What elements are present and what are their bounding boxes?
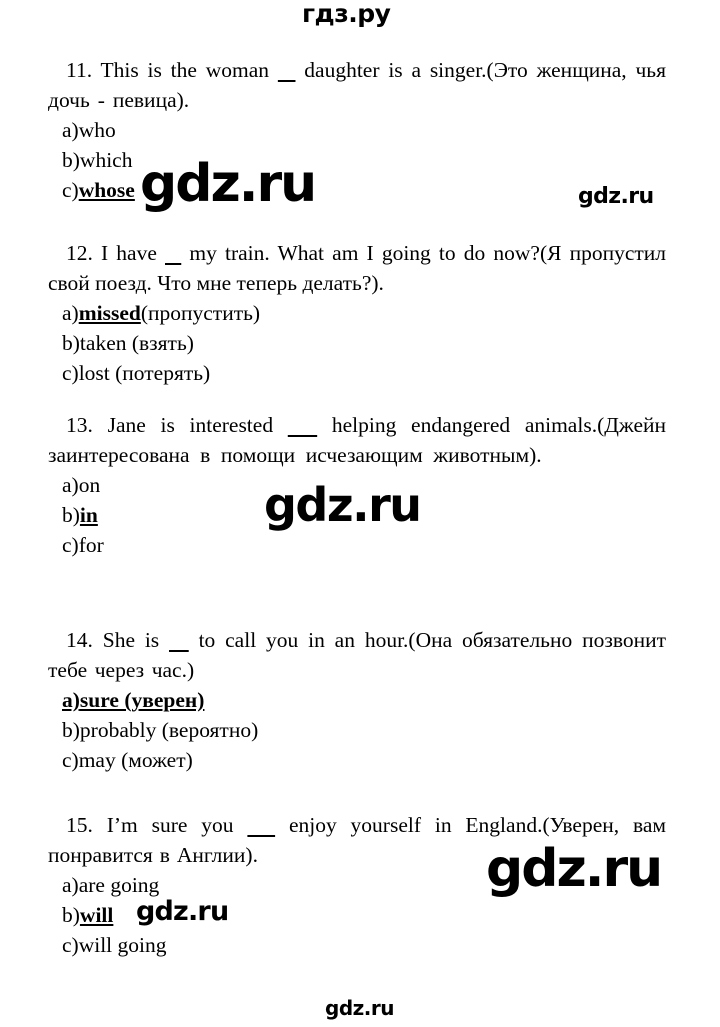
answer-option[interactable]: b)taken (взять)	[48, 328, 666, 358]
prompt-text-before-blank: She is	[102, 628, 170, 652]
answer-option[interactable]: c)may (может)	[48, 745, 666, 775]
answer-option[interactable]: c)whose	[48, 175, 666, 205]
option-text: in	[79, 503, 98, 527]
question-block: 12. I have my train. What am I going to …	[48, 238, 666, 388]
option-text: may (может)	[78, 748, 193, 772]
fill-in-blank	[247, 813, 275, 837]
answer-option[interactable]: a)are going	[48, 870, 666, 900]
question-block: 13. Jane is interested helping endangere…	[48, 410, 666, 560]
fill-in-blank	[165, 241, 181, 265]
option-marker: c)	[62, 533, 79, 557]
option-translation: (пропустить)	[140, 301, 261, 325]
option-marker: b)	[62, 718, 80, 742]
question-number: 14.	[66, 628, 103, 652]
answer-option[interactable]: b)will	[48, 900, 666, 930]
option-marker: a)	[62, 473, 79, 497]
question-prompt: 15. I’m sure you enjoy yourself in Engla…	[48, 810, 666, 870]
option-text: sure (уверен)	[79, 688, 205, 712]
option-text: probably (вероятно)	[79, 718, 259, 742]
option-marker: c)	[62, 933, 79, 957]
option-text: missed	[78, 301, 141, 325]
fill-in-blank	[288, 413, 317, 437]
option-marker: a)	[62, 873, 79, 897]
option-marker: c)	[62, 748, 79, 772]
option-text: which	[79, 148, 133, 172]
option-text: who	[78, 118, 116, 142]
watermark: gdz.ru	[325, 996, 394, 1020]
option-text: will	[79, 903, 114, 927]
prompt-text-before-blank: I have	[101, 241, 165, 265]
option-text: will going	[78, 933, 167, 957]
option-text: whose	[78, 178, 135, 202]
question-number: 15.	[66, 813, 107, 837]
question-prompt: 11. This is the woman daughter is a sing…	[48, 55, 666, 115]
fill-in-blank	[278, 58, 296, 82]
prompt-text-before-blank: Jane is interested	[107, 413, 288, 437]
question-prompt: 12. I have my train. What am I going to …	[48, 238, 666, 298]
answer-option[interactable]: a)on	[48, 470, 666, 500]
answer-options: a)on b)in c)for	[48, 470, 666, 560]
question-block: 11. This is the woman daughter is a sing…	[48, 55, 666, 205]
option-marker: a)	[62, 688, 80, 712]
option-text: on	[78, 473, 101, 497]
answer-options: a)missed(пропустить) b)taken (взять) c)los…	[48, 298, 666, 388]
answer-options: a)are going b)will c)will going	[48, 870, 666, 960]
prompt-text-before-blank: I’m sure you	[106, 813, 248, 837]
question-number: 11.	[66, 58, 101, 82]
option-marker: a)	[62, 301, 79, 325]
answer-option[interactable]: c)will going	[48, 930, 666, 960]
option-marker: a)	[62, 118, 79, 142]
option-text: are going	[78, 873, 160, 897]
option-marker: b)	[62, 331, 80, 355]
question-number: 12.	[66, 241, 101, 265]
answer-option[interactable]: b)which	[48, 145, 666, 175]
answer-option[interactable]: a)missed(пропустить)	[48, 298, 666, 328]
option-text: taken (взять)	[79, 331, 194, 355]
site-logo[interactable]: гдз.ру	[302, 0, 391, 28]
answer-option[interactable]: c)for	[48, 530, 666, 560]
fill-in-blank	[169, 628, 189, 652]
document-page: гдз.ру 11. This is the woman daughter is…	[0, 0, 720, 1027]
answer-option[interactable]: c)lost (потерять)	[48, 358, 666, 388]
answer-option[interactable]: b)probably (вероятно)	[48, 715, 666, 745]
answer-options: a)sure (уверен) b)probably (вероятно) c)ma…	[48, 685, 666, 775]
option-text: for	[78, 533, 104, 557]
option-marker: b)	[62, 503, 80, 527]
question-prompt: 13. Jane is interested helping endangere…	[48, 410, 666, 470]
answer-option[interactable]: a)who	[48, 115, 666, 145]
option-marker: c)	[62, 361, 79, 385]
option-marker: c)	[62, 178, 79, 202]
answer-option[interactable]: a)sure (уверен)	[48, 685, 666, 715]
answer-options: a)who b)which c)whose	[48, 115, 666, 205]
option-marker: b)	[62, 903, 80, 927]
option-marker: b)	[62, 148, 80, 172]
question-prompt: 14. She is to call you in an hour.(Она о…	[48, 625, 666, 685]
question-block: 15. I’m sure you enjoy yourself in Engla…	[48, 810, 666, 960]
answer-option[interactable]: b)in	[48, 500, 666, 530]
question-number: 13.	[66, 413, 108, 437]
site-header: гдз.ру	[0, 0, 720, 40]
question-block: 14. She is to call you in an hour.(Она о…	[48, 625, 666, 775]
option-text: lost (потерять)	[78, 361, 211, 385]
prompt-text-before-blank: This is the woman	[100, 58, 278, 82]
